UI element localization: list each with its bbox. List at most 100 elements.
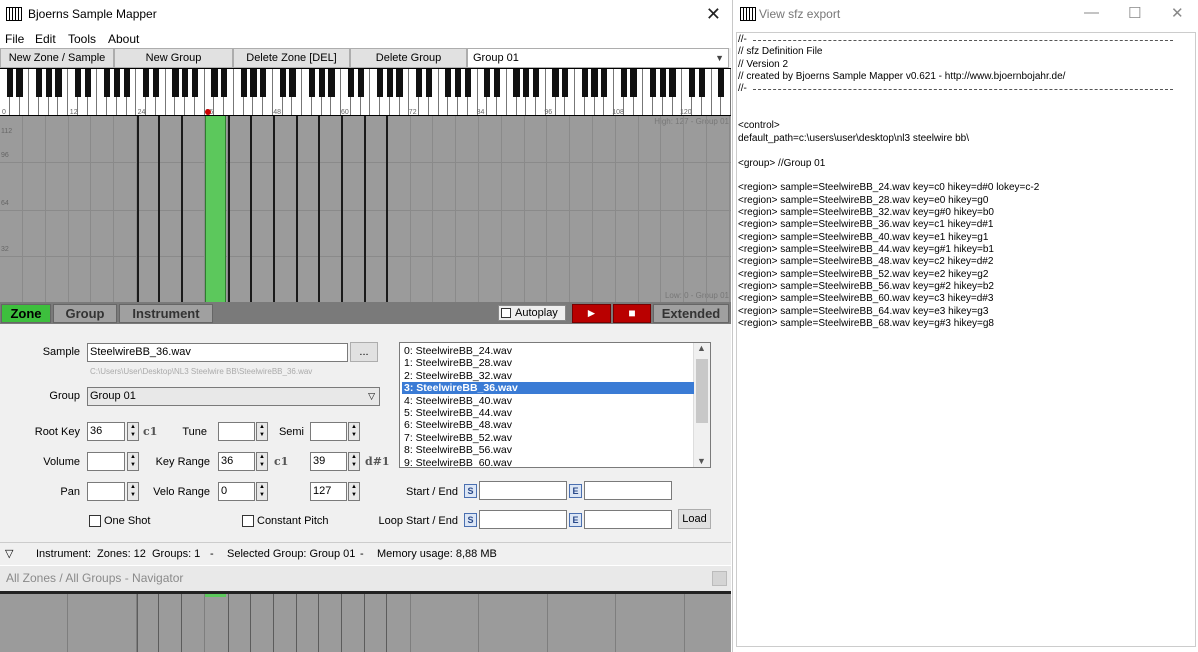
menu-file[interactable]: File	[5, 32, 24, 46]
black-key[interactable]	[123, 69, 130, 97]
root-key-stepper[interactable]: ▲ ▼	[127, 422, 139, 441]
black-key[interactable]	[16, 69, 23, 97]
black-key[interactable]	[172, 69, 179, 97]
scroll-down-icon[interactable]: ▼	[697, 456, 706, 466]
piano-keyboard[interactable]: 01224364860728496108120	[0, 68, 731, 116]
zone-boundary[interactable]	[181, 116, 183, 302]
black-key[interactable]	[649, 69, 657, 97]
selected-zone[interactable]	[205, 116, 226, 302]
pan-field[interactable]	[87, 482, 125, 501]
black-key[interactable]	[415, 69, 423, 97]
play-button[interactable]: ►	[572, 304, 611, 323]
black-key[interactable]	[454, 69, 462, 97]
close-icon[interactable]: ✕	[1171, 4, 1184, 22]
zone-boundary[interactable]	[273, 116, 275, 302]
zone-boundary[interactable]	[296, 116, 298, 302]
minimize-icon[interactable]: —	[1084, 4, 1099, 21]
list-scrollbar[interactable]: ▲ ▼	[693, 343, 710, 467]
black-key[interactable]	[630, 69, 637, 97]
black-key[interactable]	[377, 69, 384, 97]
zone-boundary[interactable]	[250, 116, 252, 302]
sample-list-item[interactable]: 0: SteelwireBB_24.wav	[402, 345, 694, 357]
black-key[interactable]	[260, 69, 267, 97]
tune-stepper[interactable]: ▲ ▼	[256, 422, 268, 441]
sample-list-item[interactable]: 5: SteelwireBB_44.wav	[402, 407, 694, 419]
black-key[interactable]	[386, 69, 393, 97]
tab-group[interactable]: Group	[53, 304, 117, 323]
black-key[interactable]	[143, 69, 150, 97]
group-dropdown[interactable]: Group 01 ▼	[467, 48, 729, 68]
loop-start-field[interactable]	[479, 510, 567, 529]
black-key[interactable]	[659, 69, 666, 97]
sample-list-item[interactable]: 8: SteelwireBB_56.wav	[402, 444, 694, 456]
black-key[interactable]	[688, 69, 696, 97]
delete-zone-button[interactable]: Delete Zone [DEL]	[233, 48, 350, 68]
constant-pitch-checkbox[interactable]: Constant Pitch	[242, 515, 329, 528]
black-key[interactable]	[45, 69, 52, 97]
loop-end-field[interactable]	[584, 510, 672, 529]
black-key[interactable]	[74, 69, 82, 97]
delete-group-button[interactable]: Delete Group	[350, 48, 467, 68]
sample-list-item[interactable]: 4: SteelwireBB_40.wav	[402, 395, 694, 407]
black-key[interactable]	[581, 69, 588, 97]
sfz-text-area[interactable]: //-// sfz Definition File// Version 2// …	[736, 32, 1196, 647]
zone-boundary[interactable]	[228, 116, 230, 302]
tune-field[interactable]	[218, 422, 255, 441]
tab-extended[interactable]: Extended	[653, 304, 729, 323]
pan-stepper[interactable]: ▲ ▼	[127, 482, 139, 501]
black-key[interactable]	[698, 69, 705, 97]
black-key[interactable]	[562, 69, 569, 97]
sample-list-item[interactable]: 2: SteelwireBB_32.wav	[402, 370, 694, 382]
new-group-button[interactable]: New Group	[114, 48, 233, 68]
zone-boundary[interactable]	[341, 116, 343, 302]
black-key[interactable]	[279, 69, 286, 97]
navigator-close-icon[interactable]	[712, 571, 727, 586]
black-key[interactable]	[113, 69, 121, 97]
black-key[interactable]	[308, 69, 315, 97]
maximize-icon[interactable]: ☐	[1128, 4, 1141, 22]
black-key[interactable]	[221, 69, 228, 97]
sample-list[interactable]: ▲ ▼ 0: SteelwireBB_24.wav 1: SteelwireBB_…	[399, 342, 711, 468]
black-key[interactable]	[513, 69, 520, 97]
load-button[interactable]: Load	[678, 509, 711, 529]
new-zone-button[interactable]: New Zone / Sample	[0, 48, 114, 68]
black-key[interactable]	[240, 69, 247, 97]
black-key[interactable]	[289, 69, 296, 97]
black-key[interactable]	[152, 69, 160, 97]
zone-boundary[interactable]	[364, 116, 366, 302]
navigator-selected-zone[interactable]	[205, 594, 226, 597]
black-key[interactable]	[718, 69, 725, 97]
root-key-field[interactable]: 36	[87, 422, 125, 441]
sample-list-item[interactable]: 9: SteelwireBB_60.wav	[402, 457, 694, 467]
sample-list-item[interactable]: 6: SteelwireBB_48.wav	[402, 419, 694, 431]
black-key[interactable]	[347, 69, 354, 97]
loop-start-marker-button[interactable]: S	[464, 513, 477, 527]
black-key[interactable]	[669, 69, 676, 97]
velo-low-field[interactable]: 0	[218, 482, 255, 501]
one-shot-checkbox[interactable]: One Shot	[89, 515, 150, 528]
scroll-thumb[interactable]	[696, 359, 708, 423]
black-key[interactable]	[425, 69, 432, 97]
menu-about[interactable]: About	[108, 32, 139, 46]
black-key[interactable]	[357, 69, 364, 97]
end-marker-button[interactable]: E	[569, 484, 582, 498]
collapse-toggle-icon[interactable]: ▽	[5, 543, 13, 565]
black-key[interactable]	[211, 69, 218, 97]
zone-boundary[interactable]	[318, 116, 320, 302]
black-key[interactable]	[328, 69, 335, 97]
black-key[interactable]	[396, 69, 403, 97]
volume-stepper[interactable]: ▲ ▼	[127, 452, 139, 471]
end-field[interactable]	[584, 481, 672, 500]
group-select[interactable]: Group 01 ▽	[87, 387, 380, 406]
black-key[interactable]	[318, 69, 325, 97]
zone-boundary[interactable]	[386, 116, 388, 302]
tab-zone[interactable]: Zone	[1, 304, 51, 323]
black-key[interactable]	[445, 69, 452, 97]
scroll-up-icon[interactable]: ▲	[697, 343, 706, 353]
black-key[interactable]	[601, 69, 608, 97]
sample-list-item[interactable]: 7: SteelwireBB_52.wav	[402, 432, 694, 444]
black-key[interactable]	[523, 69, 530, 97]
black-key[interactable]	[191, 69, 199, 97]
navigator-canvas[interactable]	[0, 591, 731, 652]
sample-list-item[interactable]: 3: SteelwireBB_36.wav	[402, 382, 694, 395]
